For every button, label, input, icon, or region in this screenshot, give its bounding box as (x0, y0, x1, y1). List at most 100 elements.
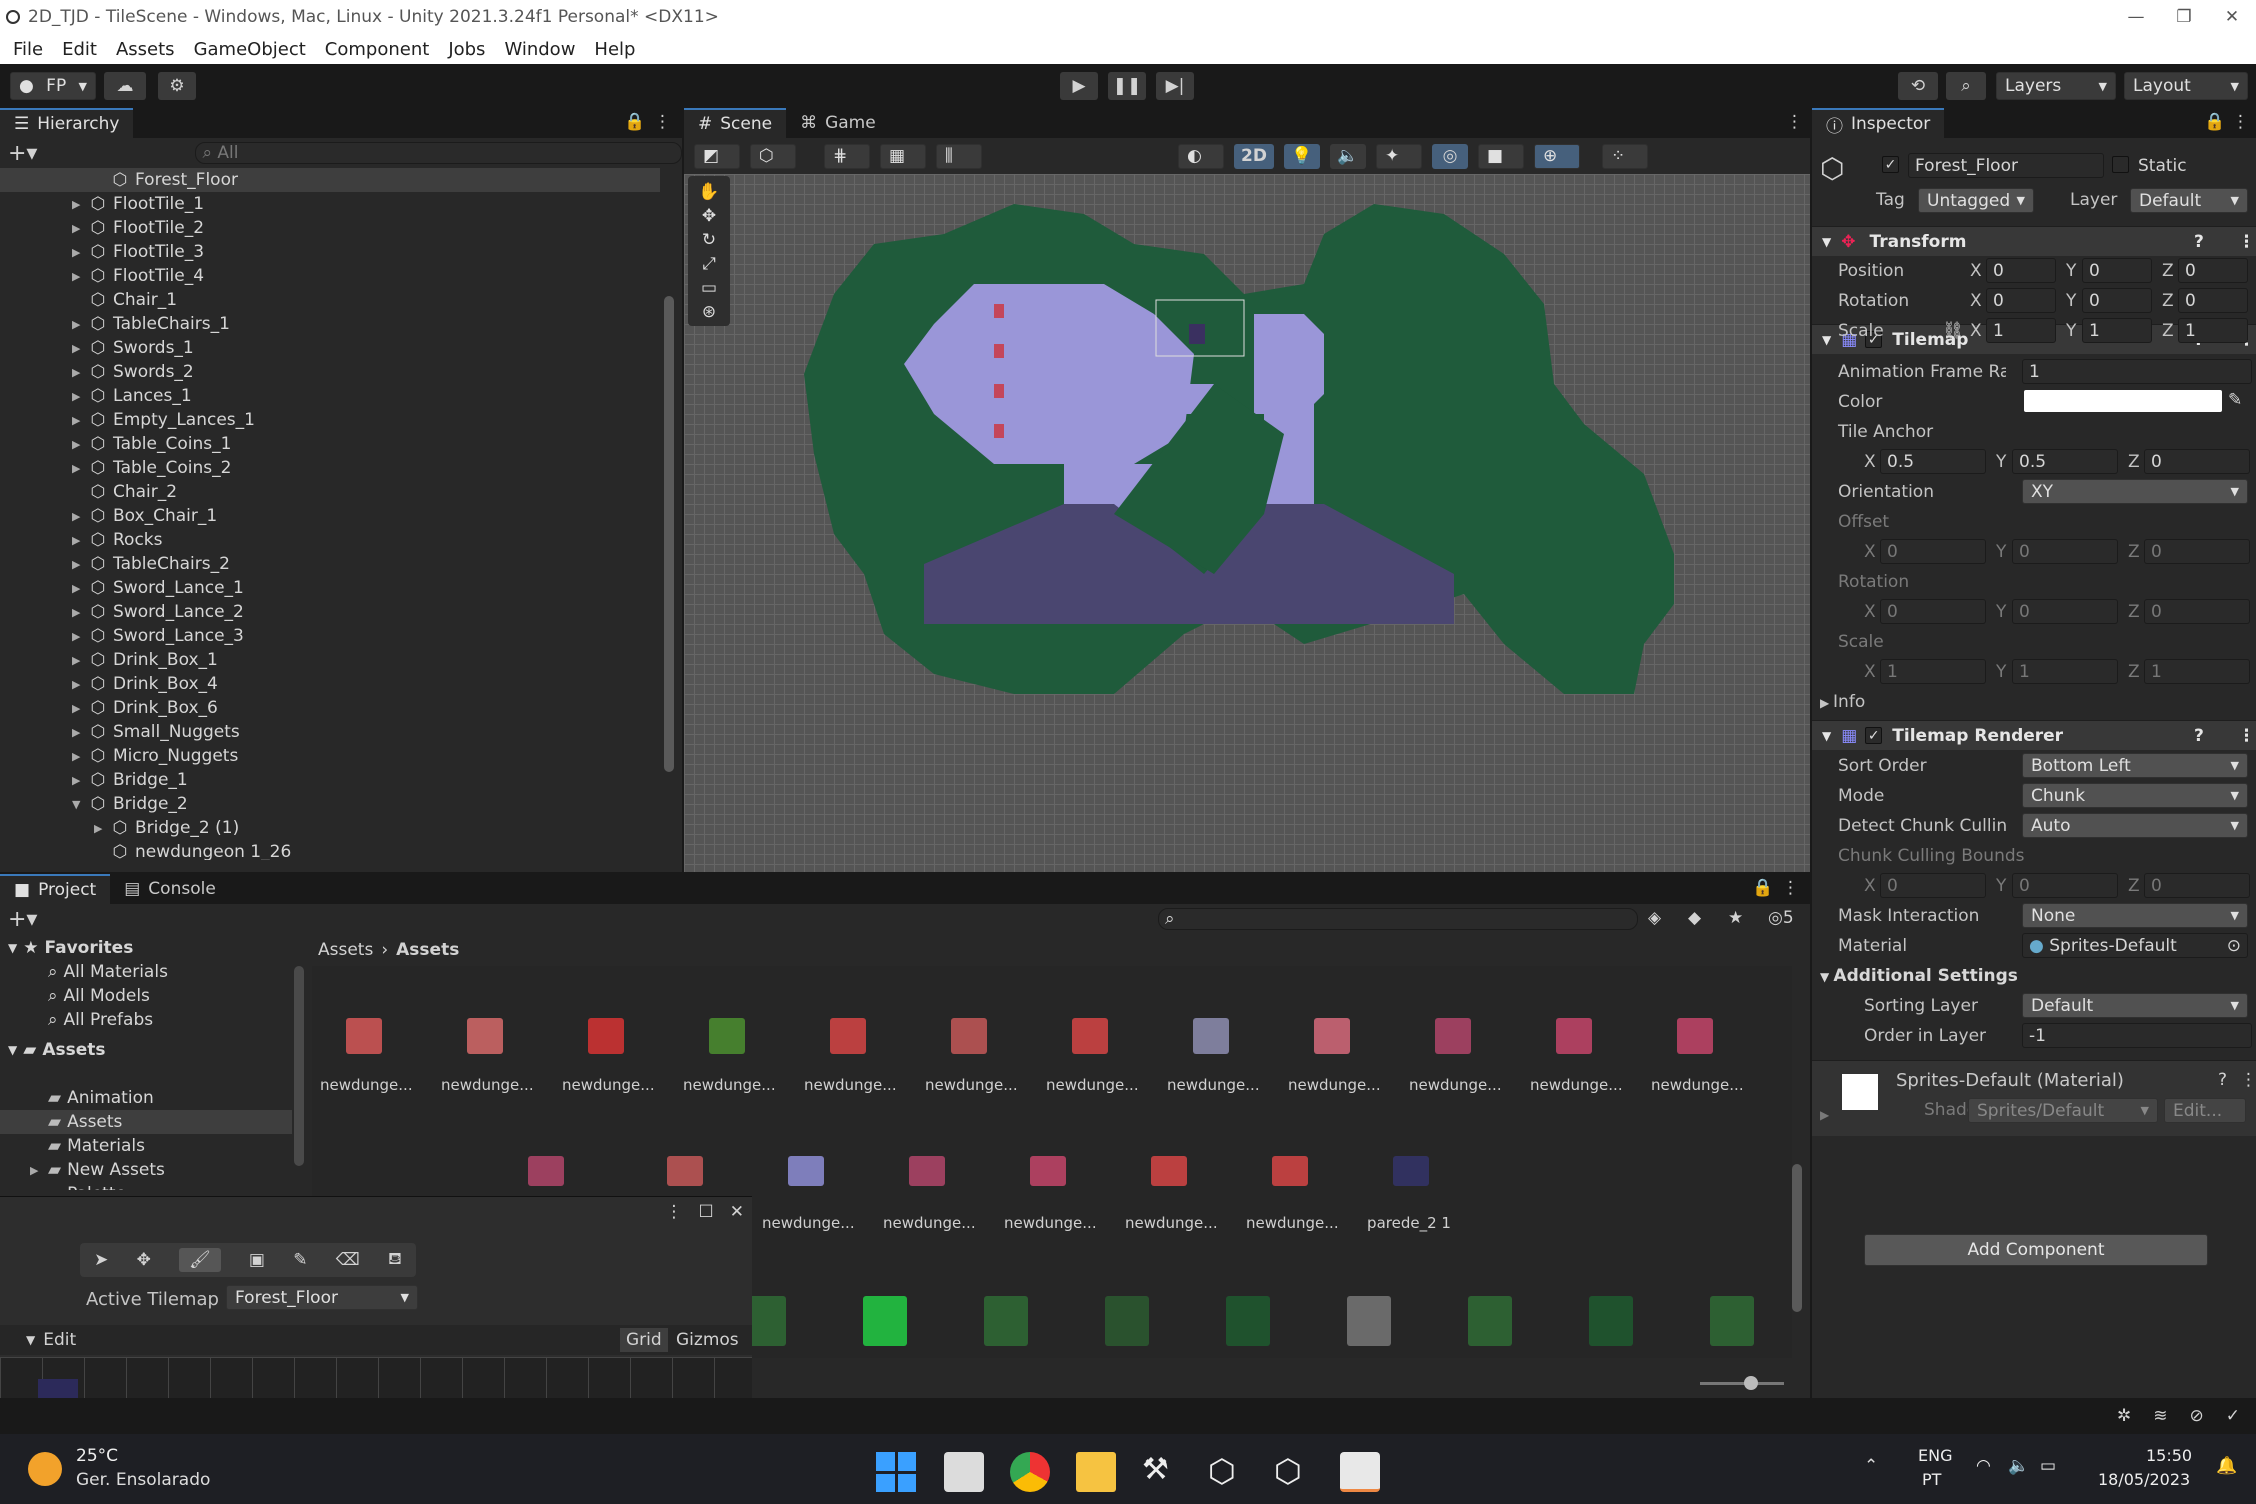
menu-window[interactable]: Window (504, 39, 575, 60)
expand-right-icon[interactable]: ▶ (72, 726, 88, 739)
color-swatch[interactable] (2024, 390, 2222, 412)
asset-thumbnail[interactable] (467, 1018, 503, 1054)
icon-size-slider[interactable] (1700, 1376, 1784, 1390)
asset-label[interactable]: newdunge... (804, 1076, 897, 1094)
expand-icon[interactable]: ▼ (72, 798, 88, 811)
picker-icon[interactable]: ✎ (293, 1250, 307, 1270)
favorites-foldout[interactable]: ▼ ★ Favorites (0, 936, 292, 960)
asset-folder-item[interactable]: ▰ Materials (0, 1134, 292, 1158)
asset-thumbnail[interactable] (709, 1018, 745, 1054)
hierarchy-item[interactable]: ▶ ⬡ Bridge_2 (1) (0, 816, 660, 840)
tab-project[interactable]: ■ Project (0, 874, 111, 904)
axis-field-x[interactable]: 0 (1880, 599, 1986, 624)
palette-edit-button[interactable]: Edit (43, 1330, 76, 1350)
asset-thumbnail[interactable] (1314, 1018, 1350, 1054)
rect-tool-icon[interactable]: ▭ (701, 278, 717, 298)
box-fill-icon[interactable]: ▣ (249, 1250, 265, 1270)
active-checkbox[interactable]: ✓ (1882, 156, 1899, 173)
asset-grid-scrollbar[interactable] (1792, 1164, 1802, 1312)
more-menu-icon[interactable]: ⋮ (1786, 112, 1803, 132)
add-component-button[interactable]: Add Component (1864, 1234, 2208, 1266)
asset-label[interactable]: newdunge... (1167, 1076, 1260, 1094)
hierarchy-item[interactable]: ▶ ⬡ FlootTile_1 (0, 192, 660, 216)
anim-rate-field[interactable]: 1 (2022, 359, 2252, 384)
asset-label[interactable]: newdunge... (925, 1076, 1018, 1094)
axis-field-y[interactable]: 1 (2082, 318, 2152, 343)
temperature[interactable]: 25°C (76, 1446, 118, 1466)
axis-field-z[interactable]: 0 (2144, 873, 2250, 898)
asset-label[interactable]: newdunge... (441, 1076, 534, 1094)
mode-dropdown[interactable]: Chunk ▼ (2022, 783, 2248, 808)
transform-header[interactable]: ▼ ✥ Transform ? ⋮ (1812, 226, 2256, 256)
additional-settings-foldout[interactable]: ▼ Additional Settings (1820, 966, 2018, 986)
grid-snap-dropdown[interactable]: ▦ (880, 143, 926, 169)
minimize-icon[interactable]: — (2112, 7, 2160, 27)
volume-icon[interactable]: 🔈 (2008, 1456, 2029, 1476)
audio-button[interactable]: 🔈 (1330, 143, 1366, 169)
eraser-icon[interactable]: ⌫ (336, 1250, 360, 1270)
asset-thumbnail[interactable] (1677, 1018, 1713, 1054)
hierarchy-item[interactable]: ▶ ⬡ Bridge_1 (0, 768, 660, 792)
axis-field-y[interactable]: 0 (2082, 258, 2152, 283)
mask-dropdown[interactable]: None ▼ (2022, 903, 2248, 928)
hierarchy-item[interactable]: ▶ ⬡ TableChairs_1 (0, 312, 660, 336)
tray-chevron-icon[interactable]: ⌃ (1864, 1456, 1878, 1476)
hierarchy-item[interactable]: ▶ ⬡ FlootTile_4 (0, 264, 660, 288)
expand-right-icon[interactable]: ▶ (72, 366, 88, 379)
asset-thumbnail[interactable] (588, 1018, 624, 1054)
expand-icon[interactable]: ▼ (26, 1333, 35, 1347)
axis-field-y[interactable]: 0.5 (2012, 449, 2118, 474)
asset-label[interactable]: parede_2 1 (1367, 1214, 1451, 1232)
expand-right-icon[interactable]: ▶ (72, 438, 88, 451)
asset-label[interactable]: newdunge... (1125, 1214, 1218, 1232)
language-line1[interactable]: ENG (1918, 1446, 1952, 1465)
bug-icon[interactable]: ✲ (2117, 1406, 2131, 1426)
axis-field-x[interactable]: 0 (1880, 873, 1986, 898)
asset-folder-item[interactable]: ▶ ▰ New Assets (0, 1158, 292, 1182)
snap-dropdown[interactable]: ⋕ (824, 143, 870, 169)
expand-right-icon[interactable]: ▶ (72, 342, 88, 355)
asset-label[interactable]: newdunge... (1288, 1076, 1381, 1094)
maximize-icon[interactable]: ☐ (699, 1202, 714, 1222)
hierarchy-item[interactable]: ▶ ⬡ Table_Coins_1 (0, 432, 660, 456)
axis-field-z[interactable]: 0 (2144, 449, 2250, 474)
tab-inspector[interactable]: ⓘ Inspector (1812, 108, 1945, 138)
clock-time[interactable]: 15:50 (2146, 1446, 2192, 1465)
axis-field-z[interactable]: 0 (2178, 258, 2248, 283)
menu-assets[interactable]: Assets (116, 39, 175, 60)
asset-label[interactable]: newdunge... (762, 1214, 855, 1232)
more-menu-icon[interactable]: ⋮ (2232, 112, 2249, 132)
asset-thumbnail[interactable] (1272, 1156, 1308, 1186)
lock-icon[interactable]: 🔒 (1752, 878, 1773, 898)
scale-tool-icon[interactable]: ⤢ (702, 254, 716, 274)
asset-thumbnail[interactable] (1468, 1296, 1512, 1346)
toggle-2d-button[interactable]: 2D (1234, 143, 1274, 169)
pause-button[interactable]: ❚❚ (1108, 72, 1146, 100)
fav-item-all-prefabs[interactable]: ⌕ All Prefabs (0, 1008, 292, 1032)
windows-start-icon[interactable] (876, 1452, 916, 1492)
more-menu-icon[interactable]: ⋮ (666, 1202, 683, 1222)
asset-label[interactable]: newdunge... (1246, 1214, 1339, 1232)
restore-icon[interactable]: ❐ (2160, 7, 2208, 27)
asset-thumbnail[interactable] (863, 1296, 907, 1346)
transform-tool-icon[interactable]: ⊛ (702, 302, 716, 322)
tab-game[interactable]: ⌘ Game (786, 108, 890, 138)
asset-thumbnail[interactable] (1710, 1296, 1754, 1346)
file-explorer-icon[interactable] (1076, 1452, 1116, 1492)
help-icon[interactable]: ? (2218, 1070, 2227, 1090)
hierarchy-item[interactable]: ▶ ⬡ Lances_1 (0, 384, 660, 408)
menu-gameobject[interactable]: GameObject (194, 39, 306, 60)
order-in-layer-field[interactable]: -1 (2022, 1023, 2252, 1048)
axis-field-y[interactable]: 0 (2012, 873, 2118, 898)
paint-brush-icon[interactable]: 🖌 (179, 1248, 221, 1272)
expand-right-icon[interactable]: ▶ (72, 582, 88, 595)
asset-folder-item[interactable]: ▰ Palette (0, 1182, 292, 1190)
more-menu-icon[interactable]: ⋮ (2240, 1070, 2256, 1090)
account-dropdown[interactable]: ● FP ▼ (10, 72, 96, 100)
search-button[interactable]: ⌕ (1946, 72, 1986, 100)
move-tool-icon[interactable]: ✥ (137, 1250, 151, 1270)
asset-label[interactable]: newdunge... (320, 1076, 413, 1094)
notification-icon[interactable]: 🔔 (2216, 1456, 2237, 1476)
axis-field-x[interactable]: 1 (1880, 659, 1986, 684)
palette-grid-toggle[interactable]: Grid (620, 1328, 668, 1352)
